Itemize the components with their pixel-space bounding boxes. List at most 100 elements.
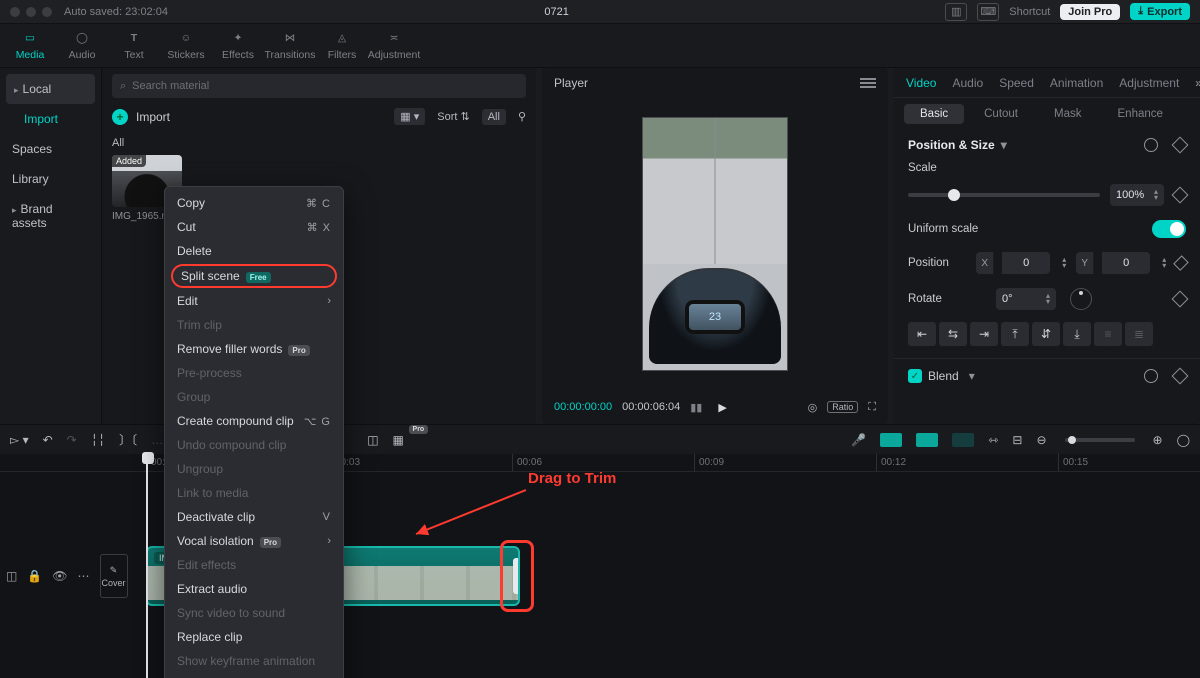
zoom-fit-icon[interactable]: ◯ bbox=[1177, 433, 1190, 447]
view-mode-button[interactable]: ▦ ▾ bbox=[394, 108, 425, 125]
ctx-split-scene[interactable]: Split sceneFree bbox=[171, 264, 337, 288]
crop-icon[interactable]: ◫ bbox=[367, 433, 378, 447]
smart-tool-icon[interactable]: ▦Pro bbox=[393, 433, 404, 447]
align-bottom-icon[interactable]: ⤓ bbox=[1063, 322, 1091, 346]
tab-stickers[interactable]: ☺Stickers bbox=[160, 25, 212, 67]
sort-button[interactable]: Sort ⇅ bbox=[437, 110, 469, 123]
focus-icon[interactable]: ◎ bbox=[808, 401, 818, 414]
insp-tab-speed[interactable]: Speed bbox=[999, 76, 1034, 90]
insp-tab-animation[interactable]: Animation bbox=[1050, 76, 1103, 90]
align-vcenter-icon[interactable]: ⇵ bbox=[1032, 322, 1060, 346]
join-pro-button[interactable]: Join Pro bbox=[1060, 4, 1120, 20]
cover-button[interactable]: ✎Cover bbox=[100, 554, 128, 598]
play-button[interactable]: ▶ bbox=[718, 401, 726, 414]
import-button[interactable]: Import bbox=[136, 110, 170, 124]
sidebar-item-import[interactable]: Import bbox=[0, 104, 101, 134]
ctx-remove-filler[interactable]: Remove filler wordsPro bbox=[165, 337, 343, 361]
align-right-icon[interactable]: ⇥ bbox=[970, 322, 998, 346]
shortcut-button[interactable]: Shortcut bbox=[1009, 6, 1050, 18]
position-y-input[interactable]: Y0▴▾ bbox=[1076, 252, 1166, 274]
ctx-replace-clip[interactable]: Replace clip bbox=[165, 625, 343, 649]
subtab-mask[interactable]: Mask bbox=[1038, 104, 1097, 124]
magnetic-2-icon[interactable] bbox=[916, 433, 938, 447]
sidebar-item-brand[interactable]: ▸Brand assets bbox=[0, 194, 101, 238]
mic-icon[interactable]: 🎤 bbox=[851, 433, 866, 447]
undo-icon[interactable]: ↶ bbox=[43, 433, 53, 447]
keyboard-icon[interactable]: ⌨ bbox=[977, 3, 999, 21]
ctx-copy[interactable]: Copy⌘ C bbox=[165, 191, 343, 215]
ctx-delete[interactable]: Delete bbox=[165, 239, 343, 263]
sidebar-item-library[interactable]: Library bbox=[0, 164, 101, 194]
magnetic-3-icon[interactable] bbox=[952, 433, 974, 447]
tab-transitions[interactable]: ⋈Transitions bbox=[264, 25, 316, 67]
align-left-icon[interactable]: ⇤ bbox=[908, 322, 936, 346]
ratio-button[interactable]: Ratio bbox=[827, 401, 858, 413]
zoom-slider[interactable] bbox=[1065, 438, 1135, 442]
rotate-dial[interactable] bbox=[1070, 288, 1092, 310]
playhead[interactable] bbox=[146, 454, 148, 678]
tab-media[interactable]: ▭Media bbox=[4, 25, 56, 67]
marker-icon[interactable]: ⊟ bbox=[1012, 433, 1022, 447]
ctx-extract-audio[interactable]: Extract audio bbox=[165, 577, 343, 601]
ctx-edit[interactable]: Edit› bbox=[165, 289, 343, 313]
zoom-in-icon[interactable]: ⊕ bbox=[1153, 433, 1163, 447]
insp-tab-video[interactable]: Video bbox=[906, 76, 936, 90]
link-icon[interactable]: ⇿ bbox=[988, 433, 998, 447]
lock-icon[interactable]: 🔒 bbox=[27, 569, 42, 583]
fullscreen-icon[interactable]: ⛶ bbox=[868, 401, 876, 414]
insp-tab-audio[interactable]: Audio bbox=[952, 76, 983, 90]
blend-section[interactable]: ✓ Blend ▾ bbox=[894, 358, 1200, 393]
more-icon[interactable]: ⋯ bbox=[78, 569, 90, 583]
sidebar-item-local[interactable]: ▸Local bbox=[6, 74, 95, 104]
check-icon[interactable]: ✓ bbox=[908, 369, 922, 383]
tab-filters[interactable]: ◬Filters bbox=[316, 25, 368, 67]
subtab-cutout[interactable]: Cutout bbox=[968, 104, 1034, 124]
window-controls[interactable] bbox=[10, 7, 52, 17]
tab-audio[interactable]: ◯Audio bbox=[56, 25, 108, 67]
sidebar-item-spaces[interactable]: Spaces bbox=[0, 134, 101, 164]
keyframe-icon[interactable] bbox=[1172, 291, 1189, 308]
filter-icon[interactable]: ⚲ bbox=[518, 110, 526, 123]
razor-icon[interactable]: 〕〔 bbox=[119, 431, 137, 448]
reset-icon[interactable] bbox=[1144, 138, 1158, 152]
align-hcenter-icon[interactable]: ⇆ bbox=[939, 322, 967, 346]
keyframe-icon[interactable] bbox=[1172, 187, 1189, 204]
align-dist-h-icon[interactable]: ≡ bbox=[1094, 322, 1122, 346]
zoom-out-icon[interactable]: ⊖ bbox=[1036, 433, 1046, 447]
redo-icon[interactable]: ↷ bbox=[67, 433, 77, 447]
insp-tab-adjustment[interactable]: Adjustment bbox=[1119, 76, 1179, 90]
plus-icon[interactable]: + bbox=[112, 109, 128, 125]
filter-all-button[interactable]: All bbox=[482, 109, 506, 125]
subtab-basic[interactable]: Basic bbox=[904, 104, 964, 124]
align-dist-v-icon[interactable]: ≣ bbox=[1125, 322, 1153, 346]
align-top-icon[interactable]: ⤒ bbox=[1001, 322, 1029, 346]
search-input[interactable]: ⌕ Search material bbox=[112, 74, 526, 98]
player-stage[interactable]: 23 bbox=[542, 98, 888, 390]
ctx-deactivate[interactable]: Deactivate clipV bbox=[165, 505, 343, 529]
layout-toggle-icon[interactable]: ▥ bbox=[945, 3, 967, 21]
insp-more-icon[interactable]: » bbox=[1195, 76, 1200, 90]
reset-icon[interactable] bbox=[1144, 369, 1158, 383]
selection-tool-icon[interactable]: ▻ ▾ bbox=[10, 433, 29, 447]
subtab-enhance[interactable]: Enhance bbox=[1102, 104, 1179, 124]
keyframe-icon[interactable] bbox=[1173, 255, 1188, 270]
player-menu-icon[interactable] bbox=[860, 76, 876, 90]
ctx-range[interactable]: Range› bbox=[165, 673, 343, 678]
export-button[interactable]: ⤓ Export bbox=[1130, 3, 1190, 20]
uniform-scale-toggle[interactable] bbox=[1152, 220, 1186, 238]
scale-slider[interactable] bbox=[908, 193, 1100, 197]
keyframe-icon[interactable] bbox=[1172, 368, 1189, 385]
tab-effects[interactable]: ✦Effects bbox=[212, 25, 264, 67]
mute-icon[interactable]: ◫ bbox=[6, 569, 17, 583]
ctx-vocal-isolation[interactable]: Vocal isolationPro› bbox=[165, 529, 343, 553]
chevron-down-icon[interactable]: ▾ bbox=[969, 369, 975, 383]
eye-icon[interactable]: 👁 bbox=[52, 569, 67, 583]
scale-value[interactable]: 100%▴▾ bbox=[1110, 184, 1164, 206]
split-icon[interactable]: ╎╎ bbox=[91, 433, 105, 447]
frame-back-icon[interactable]: ▮▮ bbox=[690, 401, 702, 414]
position-x-input[interactable]: X0▴▾ bbox=[976, 252, 1066, 274]
ctx-compound[interactable]: Create compound clip⌥ G bbox=[165, 409, 343, 433]
keyframe-icon[interactable] bbox=[1172, 137, 1189, 154]
magnetic-1-icon[interactable] bbox=[880, 433, 902, 447]
ctx-cut[interactable]: Cut⌘ X bbox=[165, 215, 343, 239]
